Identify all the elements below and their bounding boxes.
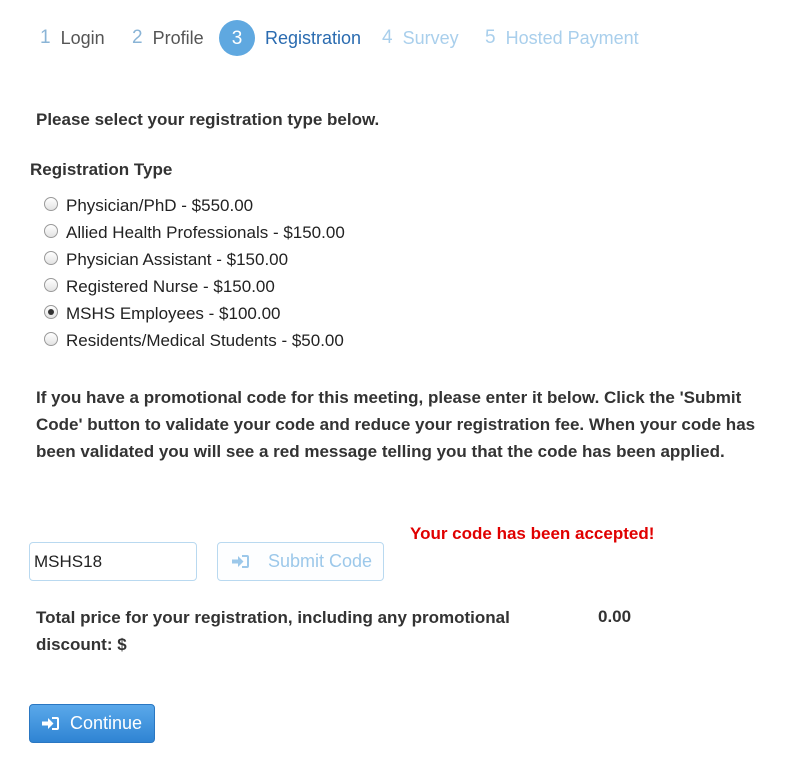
step-number: 4 (382, 27, 393, 48)
sign-in-icon (42, 716, 60, 731)
code-accepted-message: Your code has been accepted! (410, 524, 655, 543)
step-label: Hosted Payment (505, 27, 639, 48)
submit-code-label: Submit Code (268, 551, 373, 571)
step-number: 2 (132, 27, 143, 48)
registration-option[interactable]: Residents/Medical Students - $50.00 (44, 327, 345, 354)
step-number: 3 (219, 20, 255, 56)
step-number: 1 (40, 27, 51, 48)
radio-button[interactable] (44, 196, 58, 211)
total-price-label: Total price for your registration, inclu… (36, 608, 510, 654)
option-label: MSHS Employees - $100.00 (66, 303, 281, 323)
registration-option[interactable]: Registered Nurse - $150.00 (44, 273, 345, 300)
promo-code-input[interactable] (29, 542, 197, 581)
step-label: Login (60, 27, 105, 48)
step-profile[interactable]: 2 Profile (132, 18, 204, 58)
step-registration[interactable]: 3 Registration (219, 18, 361, 58)
registration-type-title: Registration Type (30, 160, 173, 179)
step-label: Profile (152, 27, 204, 48)
registration-option[interactable]: Allied Health Professionals - $150.00 (44, 219, 345, 246)
option-label: Residents/Medical Students - $50.00 (66, 330, 344, 350)
intro-text: Please select your registration type bel… (36, 110, 380, 129)
radio-button[interactable] (44, 331, 58, 346)
registration-option[interactable]: Physician/PhD - $550.00 (44, 192, 345, 219)
radio-button[interactable] (44, 277, 58, 292)
step-hosted-payment[interactable]: 5 Hosted Payment (485, 18, 639, 58)
continue-label: Continue (70, 713, 143, 733)
continue-button[interactable]: Continue (29, 704, 155, 743)
step-label: Survey (402, 27, 459, 48)
radio-button[interactable] (44, 223, 58, 238)
option-label: Allied Health Professionals - $150.00 (66, 222, 345, 242)
registration-option[interactable]: Physician Assistant - $150.00 (44, 246, 345, 273)
option-label: Registered Nurse - $150.00 (66, 276, 275, 296)
step-label: Registration (265, 27, 362, 48)
step-survey[interactable]: 4 Survey (382, 18, 459, 58)
registration-option[interactable]: MSHS Employees - $100.00 (44, 300, 345, 327)
total-price-value: 0.00 (598, 607, 632, 626)
promo-instructions: If you have a promotional code for this … (36, 388, 756, 461)
option-label: Physician/PhD - $550.00 (66, 195, 254, 215)
sign-in-icon (232, 554, 250, 569)
submit-code-button[interactable]: Submit Code (217, 542, 384, 581)
radio-button[interactable] (44, 250, 58, 265)
radio-button[interactable] (44, 304, 58, 319)
option-label: Physician Assistant - $150.00 (66, 249, 289, 269)
step-number: 5 (485, 27, 496, 48)
step-login[interactable]: 1 Login (40, 18, 105, 58)
registration-type-options: Physician/PhD - $550.00 Allied Health Pr… (44, 192, 345, 354)
